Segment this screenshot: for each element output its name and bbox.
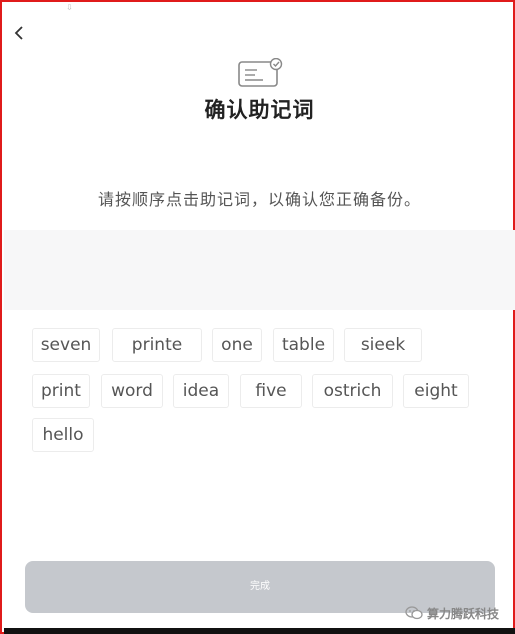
app-frame: ⇩ 确认助记词 请按顺序点击助记词，以确认您正确备份。 seven printe… (0, 0, 515, 634)
word-chip-eight[interactable]: eight (403, 374, 469, 408)
word-options: seven printe one table sieek print word … (32, 328, 492, 458)
word-chip-ostrich[interactable]: ostrich (312, 374, 393, 408)
bottom-bar (4, 628, 515, 634)
word-chip-idea[interactable]: idea (173, 374, 229, 408)
word-chip-sieek[interactable]: sieek (344, 328, 422, 362)
status-icon: ⇩ (66, 3, 73, 12)
word-chip-table[interactable]: table (273, 328, 334, 362)
selected-words-area[interactable] (4, 230, 515, 310)
word-chip-print[interactable]: print (32, 374, 90, 408)
watermark: 算力腾跃科技 (405, 603, 499, 623)
back-button[interactable] (12, 22, 32, 46)
watermark-text: 算力腾跃科技 (426, 606, 499, 621)
wechat-icon (405, 606, 423, 620)
word-chip-five[interactable]: five (240, 374, 302, 408)
word-chip-hello[interactable]: hello (32, 418, 94, 452)
card-check-icon (238, 57, 286, 88)
chevron-left-icon (14, 26, 23, 40)
word-chip-seven[interactable]: seven (32, 328, 100, 362)
page-title: 确认助记词 (204, 98, 315, 122)
word-chip-word[interactable]: word (101, 374, 163, 408)
word-chip-printe[interactable]: printe (112, 328, 202, 362)
instruction-text: 请按顺序点击助记词，以确认您正确备份。 (97, 190, 421, 209)
word-chip-one[interactable]: one (212, 328, 262, 362)
